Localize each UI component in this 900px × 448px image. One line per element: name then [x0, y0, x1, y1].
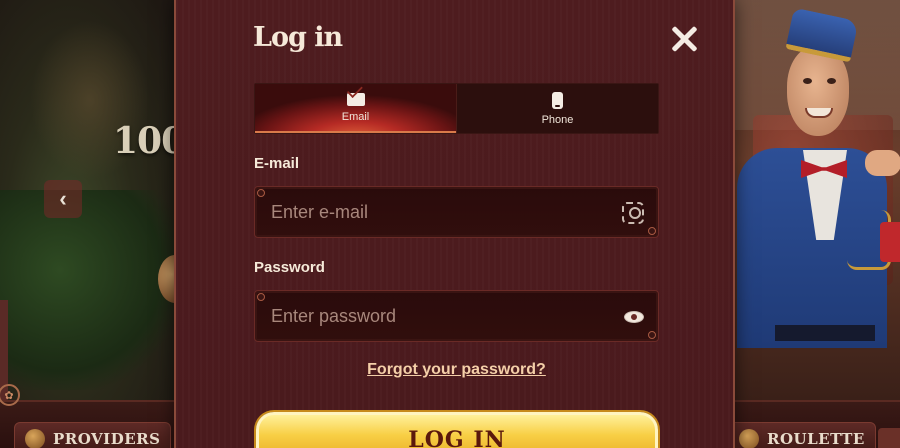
forgot-password-link[interactable]: Forgot your password? [176, 361, 737, 379]
envelope-icon [346, 92, 365, 106]
password-input[interactable] [271, 291, 611, 341]
providers-tab[interactable]: PROVIDERS [14, 422, 172, 448]
password-label: Password [254, 259, 325, 276]
background-bellboy-banner [735, 0, 900, 400]
email-label: E-mail [254, 155, 300, 172]
tab-phone-label: Phone [541, 113, 574, 126]
tab-email-label: Email [341, 110, 370, 123]
close-button[interactable] [670, 24, 700, 54]
modal-title: Log in [253, 22, 343, 53]
tab-email[interactable]: Email [255, 84, 456, 133]
smartphone-icon [552, 91, 563, 109]
chevron-left-icon: ‹ [59, 186, 67, 211]
providers-icon [25, 429, 45, 448]
face-scan-icon[interactable] [622, 202, 644, 224]
providers-label: PROVIDERS [53, 430, 161, 448]
tab-phone[interactable]: Phone [456, 84, 658, 133]
login-button[interactable]: LOG IN [256, 412, 658, 448]
email-field-wrapper [254, 186, 659, 238]
category-icon[interactable] [878, 428, 900, 448]
roulette-label: ROULETTE [767, 430, 865, 448]
eye-icon[interactable] [624, 311, 644, 323]
login-method-tabs: Email Phone [254, 83, 659, 134]
email-input[interactable] [271, 187, 611, 237]
carousel-prev-button[interactable]: ‹ [44, 180, 82, 218]
background-promo-banner [0, 0, 175, 400]
roulette-tab[interactable]: ROULETTE [728, 422, 876, 448]
login-modal: Log in Email Phone E-mail Password Forgo… [174, 0, 735, 448]
roulette-icon [739, 429, 759, 448]
background-foliage [0, 190, 175, 390]
password-field-wrapper [254, 290, 659, 342]
